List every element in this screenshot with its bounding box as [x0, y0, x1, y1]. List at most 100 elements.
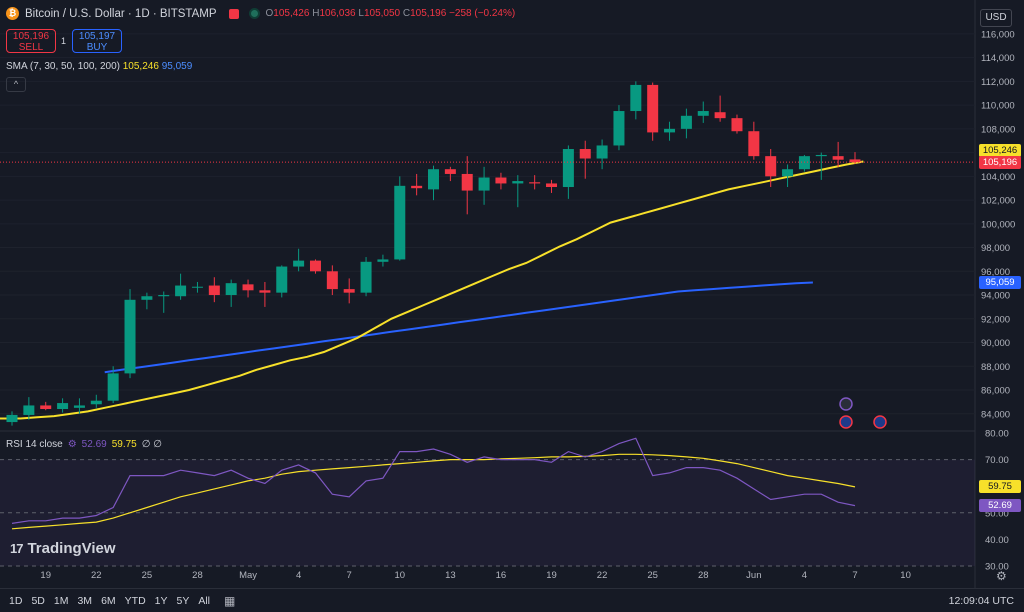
candle-body	[394, 185, 406, 260]
candle-body	[124, 299, 136, 374]
x-tick-label: 16	[496, 570, 507, 581]
x-tick-label: 4	[296, 570, 301, 581]
candle-body	[6, 414, 18, 423]
rsi-legend[interactable]: RSI 14 close ⚙ 52.69 59.75 ∅ ∅	[6, 439, 162, 450]
symbol-title[interactable]: Bitcoin / U.S. Dollar · 1D · BITSTAMP	[25, 8, 217, 20]
candle-body	[309, 260, 321, 272]
bitcoin-logo-icon: ₿	[6, 7, 19, 20]
range-1m[interactable]: 1M	[54, 595, 69, 607]
price-tick-label: 90,000	[981, 338, 1010, 349]
price-tick-label: 92,000	[981, 314, 1010, 325]
price-tick-label: 88,000	[981, 362, 1010, 373]
buy-label: BUY	[86, 42, 108, 53]
price-tick-label: 104,000	[981, 172, 1015, 183]
sma-label: SMA (7, 30, 50, 100, 200)	[6, 61, 120, 72]
candle-body	[630, 84, 642, 112]
flag-icon[interactable]	[228, 8, 239, 19]
range-1y[interactable]: 1Y	[155, 595, 168, 607]
last-price-tag: 105,196	[979, 155, 1021, 169]
x-tick-label: 10	[900, 570, 911, 581]
rsi-extra: ∅ ∅	[141, 439, 162, 450]
gear-icon[interactable]: ⚙	[996, 569, 1007, 583]
candle-body	[343, 289, 355, 293]
tradingview-mark-icon: 17	[10, 541, 24, 556]
utc-clock[interactable]: 12:09:04 UTC	[949, 595, 1014, 607]
sell-button[interactable]: 105,196 SELL	[6, 29, 56, 53]
x-tick-label: 10	[394, 570, 405, 581]
buy-price: 105,197	[78, 31, 116, 42]
candle-body	[107, 373, 119, 401]
candle-body	[225, 283, 237, 296]
candle-body	[664, 128, 676, 133]
candle-body	[478, 177, 490, 191]
candle-body	[782, 169, 794, 177]
candle-body	[326, 271, 338, 290]
candle-body	[461, 173, 473, 191]
bottom-toolbar: 1D 5D 1M 3M 6M YTD 1Y 5Y All ▦ 12:09:04 …	[0, 588, 1024, 612]
rsi-tick-label: 40.00	[985, 535, 1009, 546]
candle-body	[40, 405, 52, 410]
candle-body	[765, 156, 777, 177]
x-tick-label: 22	[91, 570, 102, 581]
candle-body	[276, 266, 288, 293]
range-3m[interactable]: 3M	[77, 595, 92, 607]
event-marker-icon[interactable]	[873, 415, 887, 429]
candle-body	[428, 169, 439, 190]
rsi-ma-tag: 59.75	[979, 480, 1021, 494]
rsi-ma-value: 59.75	[111, 439, 137, 450]
buy-button[interactable]: 105,197 BUY	[72, 29, 122, 53]
rsi-tag: 52.69	[979, 499, 1021, 513]
x-tick-label: 28	[192, 570, 203, 581]
x-tick-label: 25	[647, 570, 658, 581]
candle-body	[90, 400, 102, 405]
candle-body	[680, 115, 692, 129]
tradingview-logo[interactable]: 17 TradingView	[10, 540, 116, 557]
sma-legend[interactable]: SMA (7, 30, 50, 100, 200) 105,246 95,059	[6, 61, 192, 72]
candle-body	[259, 290, 271, 293]
x-tick-label: May	[239, 570, 257, 581]
price-tick-label: 114,000	[981, 53, 1015, 64]
currency-button[interactable]: USD	[980, 9, 1012, 27]
price-tick-label: 98,000	[981, 243, 1010, 254]
candle-body	[697, 111, 709, 116]
range-1d[interactable]: 1D	[9, 595, 22, 607]
candle-body	[208, 285, 220, 296]
sma-value-blue: 95,059	[161, 61, 193, 72]
candle-body	[141, 296, 153, 300]
x-tick-label: Jun	[746, 570, 761, 581]
candle-body	[360, 261, 372, 293]
range-5d[interactable]: 5D	[31, 595, 44, 607]
sell-price: 105,196	[12, 31, 50, 42]
collapse-legend-button[interactable]: ^	[6, 77, 26, 92]
rsi-value: 52.69	[81, 439, 107, 450]
range-6m[interactable]: 6M	[101, 595, 116, 607]
candle-body	[57, 403, 69, 410]
x-tick-label: 22	[597, 570, 608, 581]
event-marker-icon[interactable]	[839, 415, 853, 429]
price-tick-label: 110,000	[981, 101, 1015, 112]
x-tick-label: 7	[852, 570, 857, 581]
candle-body	[242, 284, 254, 291]
sell-label: SELL	[18, 42, 44, 53]
candle-body	[798, 156, 810, 170]
symbol-header: ₿ Bitcoin / U.S. Dollar · 1D · BITSTAMP …	[6, 7, 515, 20]
range-ytd[interactable]: YTD	[125, 595, 146, 607]
candle-body	[546, 183, 558, 188]
x-tick-label: 19	[546, 570, 557, 581]
candle-body	[293, 260, 305, 267]
candle-body	[411, 185, 423, 189]
x-tick-label: 19	[40, 570, 51, 581]
x-tick-label: 4	[802, 570, 807, 581]
candle-body	[495, 177, 507, 184]
candle-body	[613, 111, 625, 146]
range-5y[interactable]: 5Y	[177, 595, 190, 607]
candle-body	[23, 405, 35, 415]
calendar-icon[interactable]: ▦	[224, 594, 235, 608]
market-status-icon[interactable]	[248, 8, 260, 19]
event-marker-icon[interactable]	[839, 397, 853, 411]
price-chart[interactable]: 84,00086,00088,00090,00092,00094,00096,0…	[0, 0, 1024, 612]
range-all[interactable]: All	[198, 595, 210, 607]
rsi-settings-icon[interactable]: ⚙	[68, 439, 77, 450]
price-tick-label: 116,000	[981, 29, 1015, 40]
x-tick-label: 13	[445, 570, 456, 581]
